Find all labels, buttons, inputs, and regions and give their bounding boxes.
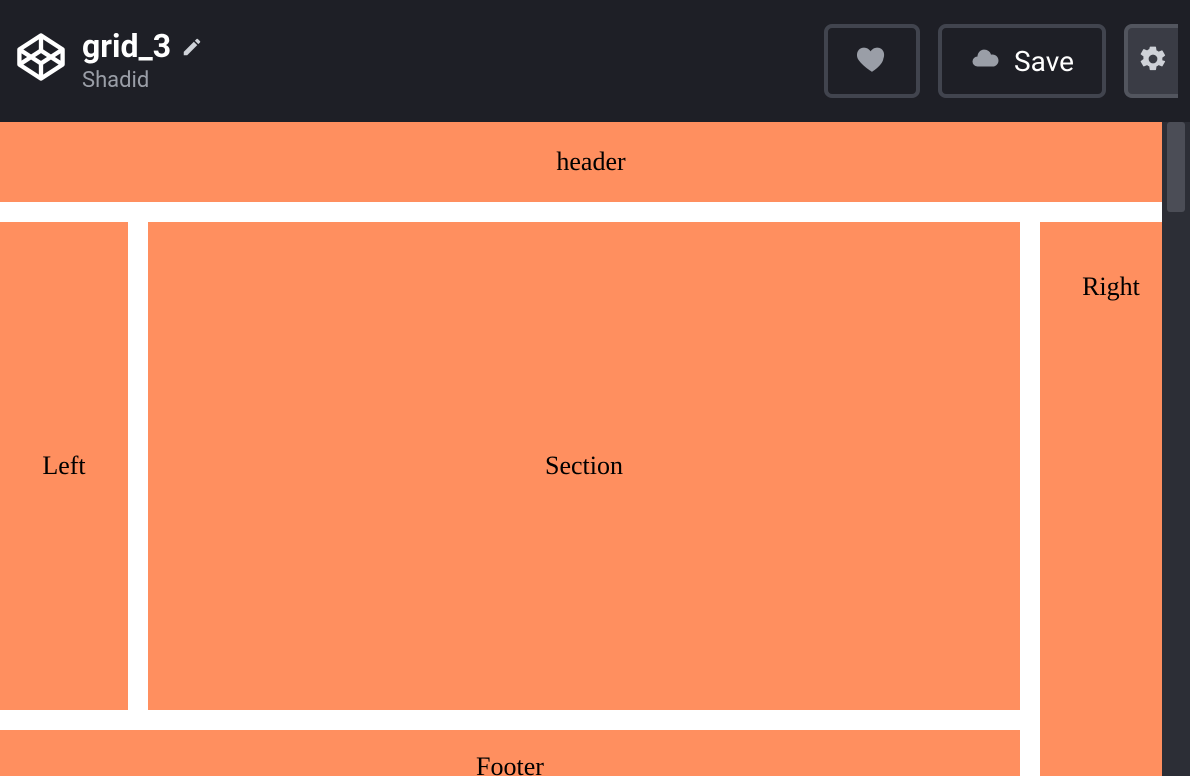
preview-frame[interactable]: header Left Section Right Footer xyxy=(0,122,1162,776)
grid-right: Right xyxy=(1040,222,1162,776)
grid-left-label: Left xyxy=(42,451,85,481)
grid-header-label: header xyxy=(556,147,625,177)
grid-header: header xyxy=(0,122,1162,202)
pen-title[interactable]: grid_3 xyxy=(82,29,171,64)
save-button-label: Save xyxy=(1014,45,1074,78)
result-pane: header Left Section Right Footer xyxy=(0,122,1190,776)
pen-author[interactable]: Shadid xyxy=(82,68,203,93)
scrollbar-track[interactable] xyxy=(1162,122,1190,776)
grid-section-label: Section xyxy=(545,451,623,481)
grid-right-label: Right xyxy=(1082,272,1140,302)
codepen-logo[interactable] xyxy=(12,28,70,86)
gear-icon xyxy=(1138,44,1168,78)
heart-icon xyxy=(855,42,889,80)
settings-button[interactable] xyxy=(1124,24,1178,98)
topbar: grid_3 Shadid Save xyxy=(0,0,1190,122)
topbar-actions: Save xyxy=(824,24,1178,98)
grid-demo: header Left Section Right Footer xyxy=(0,122,1162,776)
scrollbar-thumb[interactable] xyxy=(1167,122,1185,212)
grid-footer: Footer xyxy=(0,730,1020,776)
grid-left: Left xyxy=(0,222,128,710)
like-button[interactable] xyxy=(824,24,920,98)
pen-meta: grid_3 Shadid xyxy=(82,29,203,93)
grid-footer-label: Footer xyxy=(476,752,544,776)
grid-section: Section xyxy=(148,222,1020,710)
save-button[interactable]: Save xyxy=(938,24,1106,98)
pencil-icon[interactable] xyxy=(181,36,203,58)
cloud-icon xyxy=(970,44,1000,78)
